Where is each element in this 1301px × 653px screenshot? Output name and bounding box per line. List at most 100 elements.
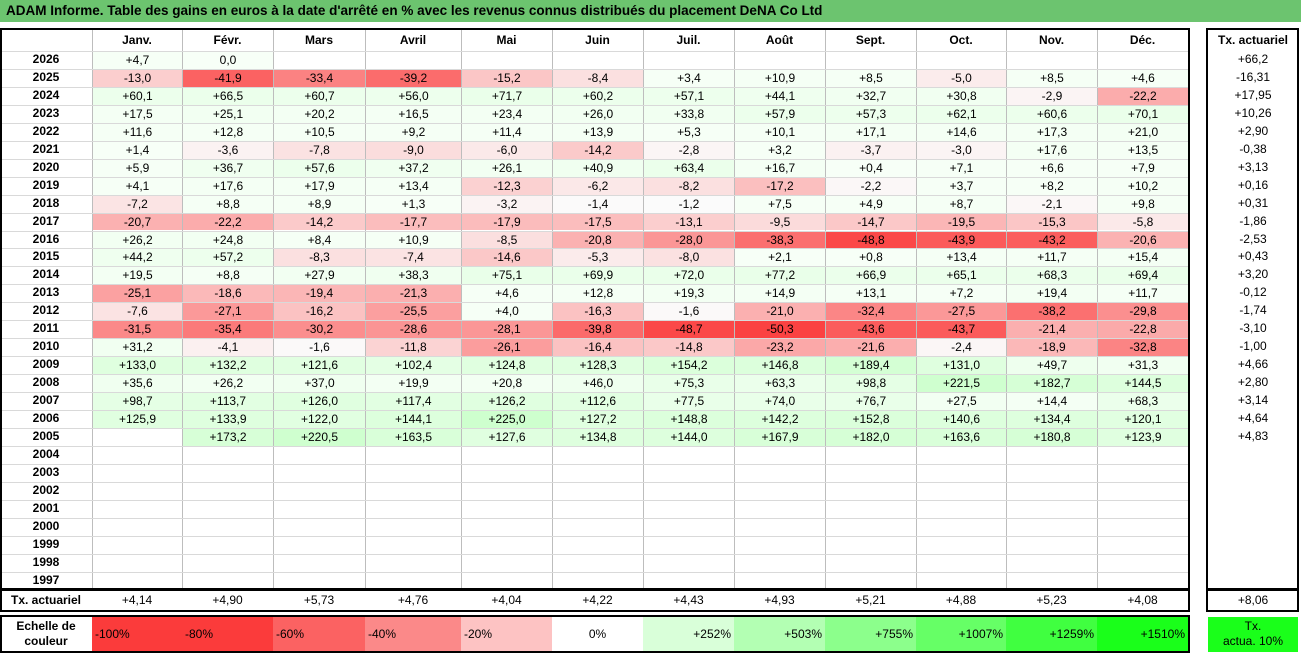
table-cell: +8,2 bbox=[1007, 177, 1097, 195]
table-cell bbox=[462, 52, 552, 69]
year-label: 2025 bbox=[32, 69, 60, 84]
table-cell bbox=[917, 536, 1006, 554]
table-cell bbox=[553, 52, 643, 69]
table-cell: +4,0 bbox=[462, 303, 552, 321]
tx-actuariel-cell: -16,31 bbox=[1235, 69, 1271, 84]
table-cell: -16,2 bbox=[274, 303, 365, 321]
table-cell: +124,8 bbox=[462, 357, 552, 375]
table-cell: -27,1 bbox=[183, 303, 273, 321]
table-cell: -13,0 bbox=[93, 69, 182, 87]
grid-line bbox=[0, 338, 1188, 340]
year-label: 2004 bbox=[32, 446, 60, 461]
table-cell bbox=[826, 518, 916, 536]
table-cell: -11,8 bbox=[366, 339, 461, 357]
table-cell: +10,9 bbox=[735, 69, 825, 87]
table-cell bbox=[917, 554, 1006, 572]
table-cell: -22,2 bbox=[183, 213, 273, 231]
table-cell: +44,1 bbox=[735, 87, 825, 105]
table-cell: -14,2 bbox=[553, 141, 643, 159]
table-cell: +44,2 bbox=[93, 249, 182, 267]
month-header: Déc. bbox=[1129, 33, 1156, 47]
table-cell bbox=[917, 52, 1006, 69]
color-scale-swatch: -40% bbox=[365, 617, 461, 652]
table-cell: -43,7 bbox=[917, 321, 1006, 339]
table-cell bbox=[1098, 554, 1188, 572]
table-cell: +60,1 bbox=[93, 87, 182, 105]
year-label: 2005 bbox=[32, 428, 60, 443]
table-cell: +7,5 bbox=[735, 195, 825, 213]
table-cell: +112,6 bbox=[553, 393, 643, 410]
table-cell: +102,4 bbox=[366, 357, 461, 375]
table-cell bbox=[462, 482, 552, 500]
footer-cell: +4,88 bbox=[945, 593, 977, 607]
table-cell: +14,9 bbox=[735, 285, 825, 303]
table-cell: +26,1 bbox=[462, 159, 552, 177]
table-cell: +148,8 bbox=[644, 411, 734, 428]
table-cell bbox=[826, 554, 916, 572]
table-cell: -21,3 bbox=[366, 285, 461, 303]
table-cell: -35,4 bbox=[183, 321, 273, 339]
grid-line bbox=[0, 410, 1188, 411]
table-cell: +63,4 bbox=[644, 159, 734, 177]
grid-line bbox=[0, 571, 1188, 573]
table-cell: -31,5 bbox=[93, 321, 182, 339]
table-cell: +120,1 bbox=[1098, 411, 1188, 428]
table-cell: +144,0 bbox=[644, 428, 734, 446]
table-cell: +154,2 bbox=[644, 357, 734, 375]
table-cell: -28,1 bbox=[462, 321, 552, 339]
table-cell bbox=[274, 536, 365, 554]
table-cell: -7,2 bbox=[93, 195, 182, 213]
table-cell bbox=[1098, 446, 1188, 464]
table-cell: +76,7 bbox=[826, 393, 916, 410]
grid-line bbox=[0, 86, 1188, 88]
grid-line bbox=[0, 427, 1188, 429]
table-cell: -1,4 bbox=[553, 195, 643, 213]
table-cell: +3,4 bbox=[644, 69, 734, 87]
grid-line bbox=[0, 104, 1188, 106]
table-cell: +17,3 bbox=[1007, 123, 1097, 141]
table-cell: -6,0 bbox=[462, 141, 552, 159]
table-cell bbox=[917, 482, 1006, 500]
table-cell: +31,2 bbox=[93, 339, 182, 357]
table-cell bbox=[366, 500, 461, 518]
table-cell: +11,6 bbox=[93, 123, 182, 141]
table-cell: +13,1 bbox=[826, 285, 916, 303]
table-cell: -8,5 bbox=[462, 231, 552, 249]
grid-line bbox=[0, 302, 1188, 304]
table-cell: -4,1 bbox=[183, 339, 273, 357]
table-cell bbox=[366, 572, 461, 590]
footer-cell: +4,90 bbox=[212, 593, 243, 607]
table-cell: -8,0 bbox=[644, 249, 734, 267]
table-cell: +57,2 bbox=[183, 249, 273, 267]
table-cell bbox=[644, 500, 734, 518]
table-cell: +131,0 bbox=[917, 357, 1006, 375]
table-cell: +17,5 bbox=[93, 105, 182, 123]
table-cell: -9,0 bbox=[366, 141, 461, 159]
table-cell bbox=[93, 428, 182, 446]
table-cell: -8,2 bbox=[644, 177, 734, 195]
table-cell: +20,2 bbox=[274, 105, 365, 123]
table-cell: -5,8 bbox=[1098, 213, 1188, 231]
table-cell: +10,9 bbox=[366, 231, 461, 249]
year-label: 2023 bbox=[32, 105, 60, 120]
year-label: 2010 bbox=[32, 339, 60, 354]
table-cell: -1,6 bbox=[274, 339, 365, 357]
table-cell bbox=[274, 52, 365, 69]
month-header: Avril bbox=[399, 33, 427, 47]
tx-actuariel-cell bbox=[1208, 518, 1298, 536]
table-cell: +19,4 bbox=[1007, 285, 1097, 303]
table-cell: +35,6 bbox=[93, 375, 182, 393]
table-cell: -20,6 bbox=[1098, 231, 1188, 249]
table-cell: +8,8 bbox=[183, 267, 273, 285]
table-cell: +132,2 bbox=[183, 357, 273, 375]
table-cell: +152,8 bbox=[826, 411, 916, 428]
table-cell bbox=[1007, 554, 1097, 572]
table-cell: +69,4 bbox=[1098, 267, 1188, 285]
grid-line bbox=[0, 194, 1188, 196]
table-cell: -48,8 bbox=[826, 231, 916, 249]
table-cell: +163,5 bbox=[366, 428, 461, 446]
table-cell: -19,5 bbox=[917, 213, 1006, 231]
table-cell: -38,2 bbox=[1007, 303, 1097, 321]
footer-cell: +5,21 bbox=[855, 593, 886, 607]
year-label: 1998 bbox=[32, 554, 60, 569]
